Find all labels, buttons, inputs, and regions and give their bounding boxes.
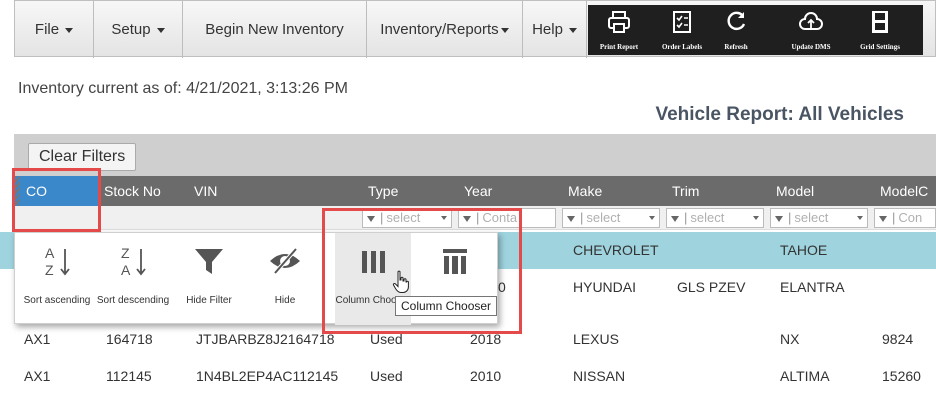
trim-filter-placeholder: select	[690, 210, 725, 225]
column-header-year[interactable]: Year	[458, 176, 562, 206]
svg-text:A: A	[121, 262, 131, 278]
update-dms-button[interactable]: Update DMS	[784, 5, 838, 55]
sort-ascending-label: Sort ascending	[23, 295, 91, 306]
grid-settings-button[interactable]: Grid Settings	[850, 5, 910, 55]
report-title: Vehicle Report: All Vehicles	[655, 104, 904, 125]
chevron-down-icon	[568, 27, 577, 33]
vin-cell: 1N4BL2EP4AC112145	[196, 368, 339, 384]
checklist-icon	[673, 11, 691, 33]
make-cell: CHEVROLET	[573, 242, 659, 258]
modelc-cell: 15260	[882, 368, 921, 384]
type-cell: Used	[370, 368, 403, 384]
filter-bar: Clear Filters	[14, 134, 936, 176]
hide-filter-item[interactable]: Hide Filter	[171, 233, 247, 325]
make-cell: HYUNDAI	[573, 279, 637, 295]
column-header-make[interactable]: Make	[562, 176, 666, 206]
stock-cell: 164718	[106, 331, 153, 347]
sort-descending-item[interactable]: Z A Sort descending	[95, 233, 171, 325]
setup-menu-label: Setup	[111, 21, 151, 38]
chevron-down-icon	[753, 216, 759, 220]
refresh-icon	[727, 11, 746, 31]
trim-cell: GLS PZEV	[677, 279, 746, 295]
eye-slash-icon	[270, 247, 300, 275]
column-header-stock-no[interactable]: Stock No	[98, 176, 188, 206]
sort-ascending-icon: A Z	[45, 245, 70, 278]
column-header-modelc[interactable]: ModelC	[874, 176, 936, 206]
column-header-model[interactable]: Model	[770, 176, 874, 206]
order-labels-label: Order Labels	[661, 43, 703, 51]
setup-menu[interactable]: Setup	[94, 1, 183, 58]
model-filter-placeholder: select	[794, 210, 829, 225]
year-cell: 2010	[470, 368, 502, 384]
chevron-down-icon	[500, 27, 509, 33]
make-cell: LEXUS	[573, 331, 619, 347]
svg-text:Z: Z	[121, 245, 130, 261]
sort-descending-icon: Z A	[121, 245, 146, 278]
print-report-button[interactable]: Print Report	[592, 5, 646, 55]
refresh-button[interactable]: Refresh	[714, 5, 758, 55]
hide-column-item[interactable]: Hide	[247, 233, 323, 325]
hide-filter-label: Hide Filter	[186, 295, 232, 306]
column-header-vin[interactable]: VIN	[188, 176, 362, 206]
make-cell: NISSAN	[573, 368, 626, 384]
svg-text:Z: Z	[45, 262, 54, 278]
make-filter-placeholder: select	[586, 210, 621, 225]
begin-inventory-menu[interactable]: Begin New Inventory	[183, 1, 367, 58]
help-menu-label: Help	[532, 21, 563, 38]
co-cell: AX1	[24, 368, 51, 384]
cloud-upload-icon	[799, 12, 823, 30]
co-column-highlight-box	[12, 168, 101, 232]
chevron-down-icon	[65, 27, 74, 33]
help-menu[interactable]: Help	[523, 1, 587, 58]
update-dms-label: Update DMS	[791, 43, 831, 51]
column-header-type[interactable]: Type	[362, 176, 458, 206]
chevron-down-icon	[156, 27, 165, 33]
inventory-timestamp: Inventory current as of: 4/21/2021, 3:13…	[18, 80, 348, 97]
filter-icon	[567, 215, 575, 222]
model-cell: TAHOE	[780, 242, 828, 258]
refresh-label: Refresh	[724, 43, 748, 51]
model-cell: NX	[780, 331, 800, 347]
save-icon	[872, 11, 888, 33]
sort-descending-label: Sort descending	[96, 295, 170, 306]
begin-inventory-label: Begin New Inventory	[205, 21, 344, 38]
model-cell: ALTIMA	[780, 368, 830, 384]
inventory-reports-label: Inventory/Reports	[380, 21, 499, 38]
filter-icon	[671, 215, 679, 222]
modelc-filter[interactable]: | Con	[874, 208, 936, 228]
column-chooser-highlight-box	[322, 208, 522, 334]
grid-settings-label: Grid Settings	[860, 43, 900, 51]
modelc-filter-placeholder: Con	[898, 210, 923, 225]
sort-ascending-item[interactable]: A Z Sort ascending	[19, 233, 95, 325]
modelc-cell: 9824	[882, 331, 914, 347]
menu-bar: File Setup Begin New Inventory Inventory…	[14, 0, 936, 58]
hide-column-label: Hide	[274, 295, 296, 306]
svg-text:A: A	[45, 245, 55, 261]
toolbar: Print Report Order Labels Refresh Update…	[588, 5, 923, 55]
make-filter[interactable]: | select	[562, 208, 660, 228]
chevron-down-icon	[649, 216, 655, 220]
column-header-trim[interactable]: Trim	[666, 176, 770, 206]
printer-icon	[608, 11, 630, 33]
grid-header: CO Stock No VIN Type Year Make Trim Mode…	[14, 176, 936, 206]
model-filter[interactable]: | select	[770, 208, 868, 228]
file-menu-label: File	[34, 21, 60, 38]
filter-icon	[879, 215, 887, 222]
stock-cell: 112145	[106, 368, 152, 384]
chevron-down-icon	[857, 216, 863, 220]
model-cell: ELANTRA	[780, 279, 845, 295]
filter-icon	[195, 249, 223, 274]
trim-filter[interactable]: | select	[666, 208, 764, 228]
inventory-reports-menu[interactable]: Inventory/Reports	[367, 1, 523, 58]
table-row[interactable]: AX1 112145 1N4BL2EP4AC112145 Used 2010 N…	[0, 358, 936, 395]
order-labels-button[interactable]: Order Labels	[654, 5, 710, 55]
co-cell: AX1	[24, 331, 51, 347]
filter-icon	[775, 215, 783, 222]
file-menu[interactable]: File	[15, 1, 94, 58]
vin-cell: JTJBARBZ8J2164718	[196, 331, 335, 347]
print-report-label: Print Report	[599, 43, 639, 51]
clear-filters-button[interactable]: Clear Filters	[28, 143, 137, 171]
